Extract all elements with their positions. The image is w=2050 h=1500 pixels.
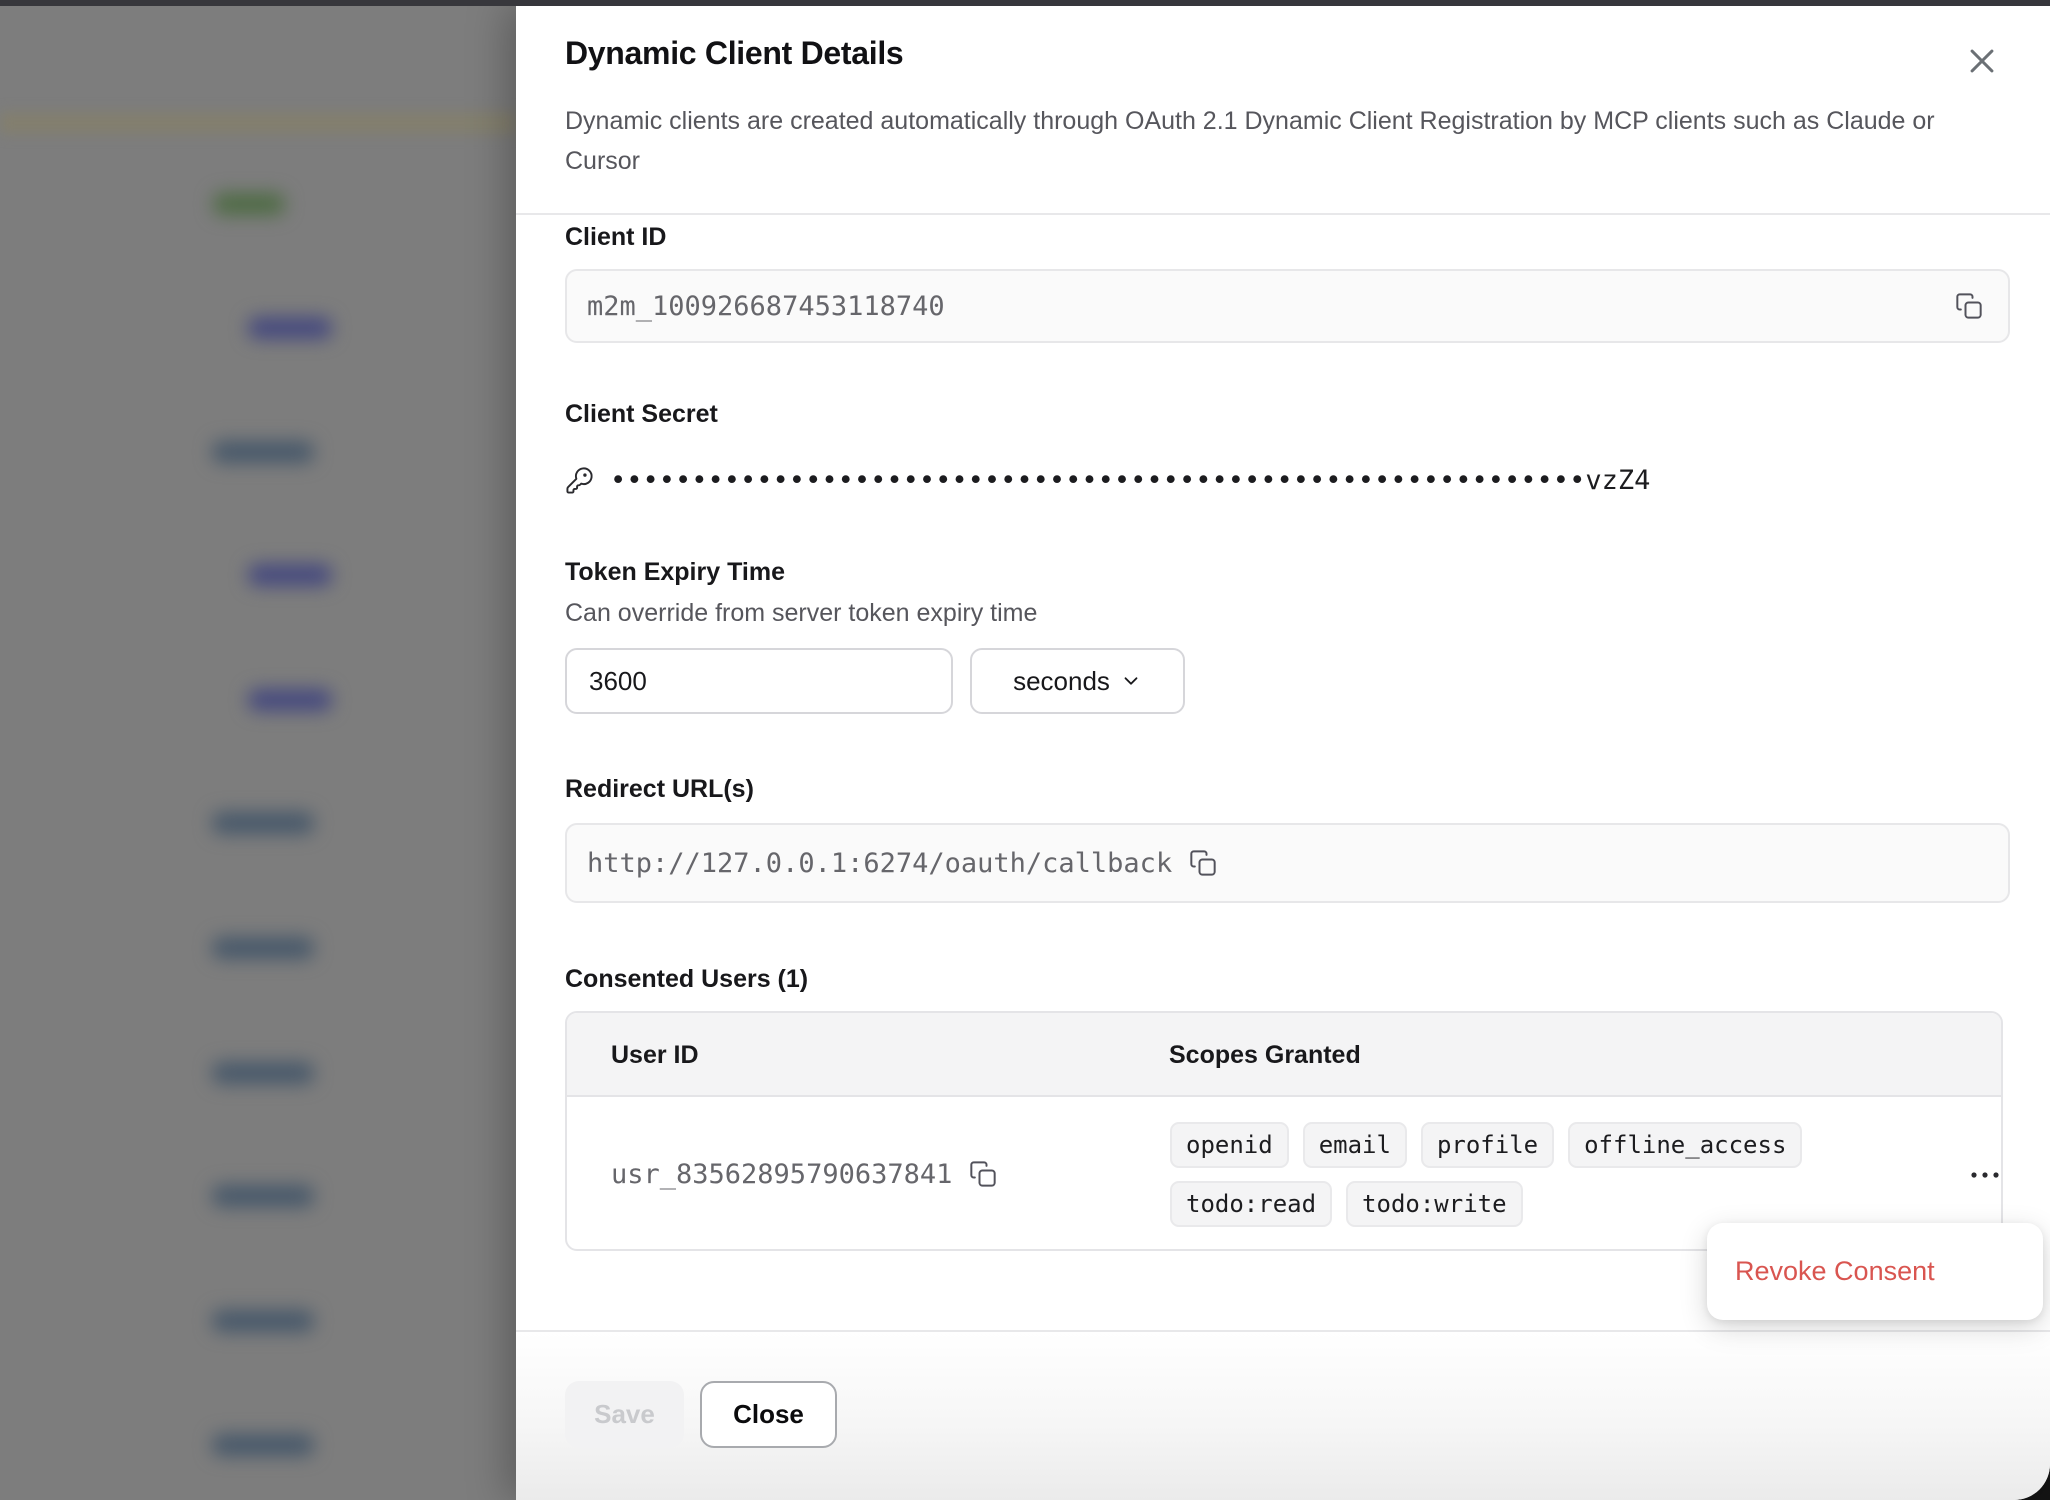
client-secret-suffix: vzZ4	[1585, 465, 1650, 496]
token-expiry-helper: Can override from server token expiry ti…	[565, 599, 1037, 628]
close-button[interactable]: Close	[700, 1381, 837, 1448]
expiry-unit-select[interactable]: seconds	[970, 648, 1185, 714]
consented-users-table: User ID Scopes Granted usr_8356289579063…	[565, 1011, 2003, 1251]
chevron-down-icon	[1120, 670, 1142, 692]
client-secret-row[interactable]: ••••••••••••••••••••••••••••••••••••••••…	[565, 457, 1650, 503]
blurred-badge	[212, 1185, 314, 1207]
user-id-value: usr_83562895790637841	[611, 1159, 952, 1190]
dialog-description: Dynamic clients are created automaticall…	[565, 101, 1965, 181]
redirect-url-value: http://127.0.0.1:6274/oauth/callback	[587, 848, 1172, 879]
close-dialog-button[interactable]	[1964, 43, 2000, 79]
client-id-field: m2m_100926687453118740	[565, 269, 2010, 343]
row-actions-menu-button[interactable]	[1963, 1158, 2003, 1192]
blurred-badge	[212, 1434, 314, 1456]
blurred-banner-row	[0, 112, 516, 134]
blurred-badge	[212, 937, 314, 959]
blurred-badge	[248, 317, 332, 339]
dialog-footer: Save Close	[516, 1332, 2050, 1500]
column-header-user-id: User ID	[611, 1013, 699, 1097]
scope-badge: openid	[1170, 1122, 1289, 1168]
blurred-badge	[248, 689, 332, 711]
token-expiry-label: Token Expiry Time	[565, 558, 785, 587]
copy-icon	[969, 1160, 997, 1188]
close-icon	[1965, 44, 1999, 78]
client-secret-masked: ••••••••••••••••••••••••••••••••••••••••…	[610, 465, 1585, 496]
client-secret-label: Client Secret	[565, 400, 718, 429]
dialog-title: Dynamic Client Details	[565, 35, 903, 72]
column-header-scopes: Scopes Granted	[1169, 1013, 1361, 1097]
footer-divider	[516, 1330, 2050, 1332]
revoke-consent-menu-item[interactable]: Revoke Consent	[1735, 1256, 1935, 1287]
blurred-badge	[212, 1062, 314, 1084]
client-id-value: m2m_100926687453118740	[587, 291, 945, 322]
window-top-edge	[0, 0, 2050, 6]
consented-users-label: Consented Users (1)	[565, 965, 808, 994]
expiry-unit-value: seconds	[1013, 666, 1110, 697]
copy-icon	[1955, 292, 1983, 320]
copy-redirect-url-button[interactable]	[1186, 846, 1220, 880]
ellipsis-icon	[1968, 1169, 2002, 1181]
row-actions-menu: Revoke Consent	[1707, 1223, 2043, 1320]
scope-badge: email	[1303, 1122, 1407, 1168]
copy-icon	[1189, 849, 1217, 877]
scope-badge: offline_access	[1568, 1122, 1802, 1168]
key-icon	[565, 466, 594, 495]
blurred-badge	[248, 564, 332, 586]
redirect-url-field: http://127.0.0.1:6274/oauth/callback	[565, 823, 2010, 903]
scope-badge: todo:read	[1170, 1181, 1332, 1227]
dynamic-client-details-dialog: Dynamic Client Details Dynamic clients a…	[516, 5, 2050, 1500]
scope-badge: profile	[1421, 1122, 1554, 1168]
scope-badge: todo:write	[1346, 1181, 1523, 1227]
header-divider	[516, 213, 2050, 215]
blurred-badge	[213, 193, 285, 215]
blurred-badge	[212, 441, 314, 463]
token-expiry-input[interactable]	[565, 648, 953, 714]
client-id-label: Client ID	[565, 223, 666, 252]
copy-client-id-button[interactable]	[1952, 289, 1986, 323]
redirect-urls-label: Redirect URL(s)	[565, 775, 754, 804]
copy-user-id-button[interactable]	[966, 1157, 1000, 1191]
blurred-badge	[212, 1310, 314, 1332]
save-button[interactable]: Save	[565, 1381, 684, 1448]
blurred-badge	[212, 812, 314, 834]
table-header-row: User ID Scopes Granted	[567, 1013, 2001, 1097]
